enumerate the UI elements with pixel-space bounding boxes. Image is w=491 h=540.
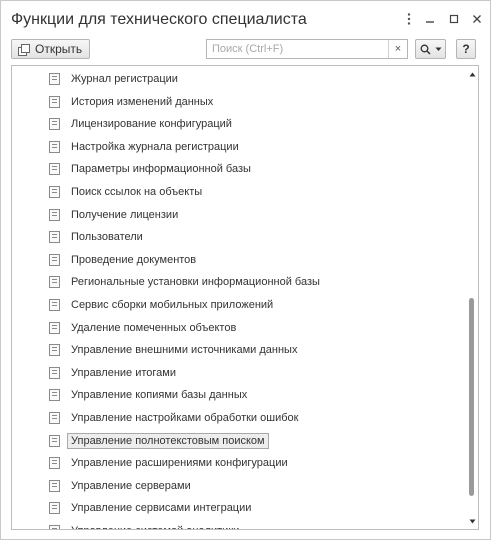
- vertical-scrollbar[interactable]: [466, 66, 478, 529]
- list-item-label: Настройка журнала регистрации: [71, 140, 239, 153]
- list-item[interactable]: Пользователи: [12, 225, 464, 248]
- document-icon: [49, 366, 60, 379]
- list-item[interactable]: Управление серверами: [12, 474, 464, 497]
- more-vertical-icon[interactable]: [399, 9, 419, 29]
- list-item[interactable]: Сервис сборки мобильных приложений: [12, 293, 464, 316]
- document-icon: [49, 118, 60, 131]
- list-item[interactable]: Управление системой аналитики: [12, 519, 464, 529]
- document-icon: [49, 524, 60, 529]
- list-item-label: Сервис сборки мобильных приложений: [71, 298, 274, 311]
- list-item[interactable]: Получение лицензии: [12, 203, 464, 226]
- list-item-label: Управление настройками обработки ошибок: [71, 411, 299, 424]
- list-item-label: Управление серверами: [71, 479, 191, 492]
- list-item[interactable]: Управление копиями базы данных: [12, 383, 464, 406]
- document-icon: [49, 185, 60, 198]
- maximize-icon[interactable]: [444, 9, 464, 29]
- document-icon: [49, 434, 60, 447]
- search-dropdown-button[interactable]: [415, 39, 446, 59]
- close-icon[interactable]: [467, 9, 487, 29]
- list-item[interactable]: Лицензирование конфигураций: [12, 112, 464, 135]
- list-item-label: Региональные установки информационной ба…: [71, 276, 320, 289]
- list-item[interactable]: Управление настройками обработки ошибок: [12, 406, 464, 429]
- title-bar: Функции для технического специалиста: [1, 1, 490, 37]
- list-item-label: Управление внешними источниками данных: [71, 344, 298, 357]
- document-icon: [49, 298, 60, 311]
- list-item[interactable]: Поиск ссылок на объекты: [12, 180, 464, 203]
- list-item-label: Управление копиями базы данных: [71, 389, 248, 402]
- list-item-label: Управление итогами: [71, 366, 176, 379]
- list-item-label: Управление системой аналитики: [67, 523, 243, 529]
- document-icon: [49, 95, 60, 108]
- document-icon: [49, 253, 60, 266]
- clear-search-button[interactable]: ×: [388, 40, 407, 58]
- open-icon: [18, 43, 30, 56]
- list-item-label: Управление полнотекстовым поиском: [67, 432, 269, 449]
- open-button-label: Открыть: [35, 42, 83, 56]
- document-icon: [49, 276, 60, 289]
- search-icon: [420, 44, 431, 55]
- list-item-label: Пользователи: [71, 231, 143, 244]
- list-item[interactable]: Журнал регистрации: [12, 67, 464, 90]
- document-icon: [49, 344, 60, 357]
- search-field: ×: [206, 39, 408, 59]
- list-item-label: Лицензирование конфигураций: [71, 118, 232, 131]
- list-item[interactable]: Региональные установки информационной ба…: [12, 270, 464, 293]
- document-icon: [49, 411, 60, 424]
- document-icon: [49, 389, 60, 402]
- document-icon: [49, 321, 60, 334]
- minimize-icon[interactable]: [420, 9, 440, 29]
- functions-list-items: Журнал регистрации История изменений данн…: [12, 67, 464, 529]
- scroll-down-arrow-icon[interactable]: [466, 515, 478, 527]
- help-button[interactable]: ?: [456, 39, 476, 59]
- document-icon: [49, 457, 60, 470]
- list-item[interactable]: Параметры информационной базы: [12, 157, 464, 180]
- list-item[interactable]: Удаление помеченных объектов: [12, 316, 464, 339]
- list-item[interactable]: Управление внешними источниками данных: [12, 338, 464, 361]
- scroll-thumb[interactable]: [469, 298, 474, 496]
- list-item[interactable]: Управление сервисами интеграции: [12, 496, 464, 519]
- list-item[interactable]: Проведение документов: [12, 248, 464, 271]
- document-icon: [49, 502, 60, 515]
- list-item-label: Удаление помеченных объектов: [71, 321, 237, 334]
- list-item[interactable]: Управление итогами: [12, 361, 464, 384]
- document-icon: [49, 231, 60, 244]
- list-item-label: Получение лицензии: [71, 208, 179, 221]
- dialog-window: Функции для технического специалиста Отк…: [0, 0, 491, 540]
- chevron-down-icon: [435, 47, 441, 51]
- search-input[interactable]: [207, 40, 387, 58]
- list-item-label: Управление сервисами интеграции: [71, 502, 252, 515]
- list-item-label: Проведение документов: [71, 253, 197, 266]
- document-icon: [49, 140, 60, 153]
- list-item[interactable]: Управление полнотекстовым поиском: [12, 429, 464, 452]
- functions-list: Журнал регистрации История изменений данн…: [11, 65, 479, 530]
- list-item-label: Поиск ссылок на объекты: [71, 185, 203, 198]
- list-item-label: Журнал регистрации: [71, 73, 178, 85]
- toolbar: Открыть × ?: [1, 37, 490, 63]
- document-icon: [49, 73, 60, 85]
- document-icon: [49, 163, 60, 176]
- open-button[interactable]: Открыть: [11, 39, 90, 59]
- window-title: Функции для технического специалиста: [11, 11, 307, 28]
- list-item[interactable]: Управление расширениями конфигурации: [12, 451, 464, 474]
- document-icon: [49, 479, 60, 492]
- list-item-label: Параметры информационной базы: [71, 163, 251, 176]
- list-item[interactable]: Настройка журнала регистрации: [12, 135, 464, 158]
- scroll-up-arrow-icon[interactable]: [466, 68, 478, 80]
- list-item[interactable]: История изменений данных: [12, 90, 464, 113]
- document-icon: [49, 208, 60, 221]
- list-item-label: История изменений данных: [71, 95, 214, 108]
- list-item-label: Управление расширениями конфигурации: [71, 457, 288, 470]
